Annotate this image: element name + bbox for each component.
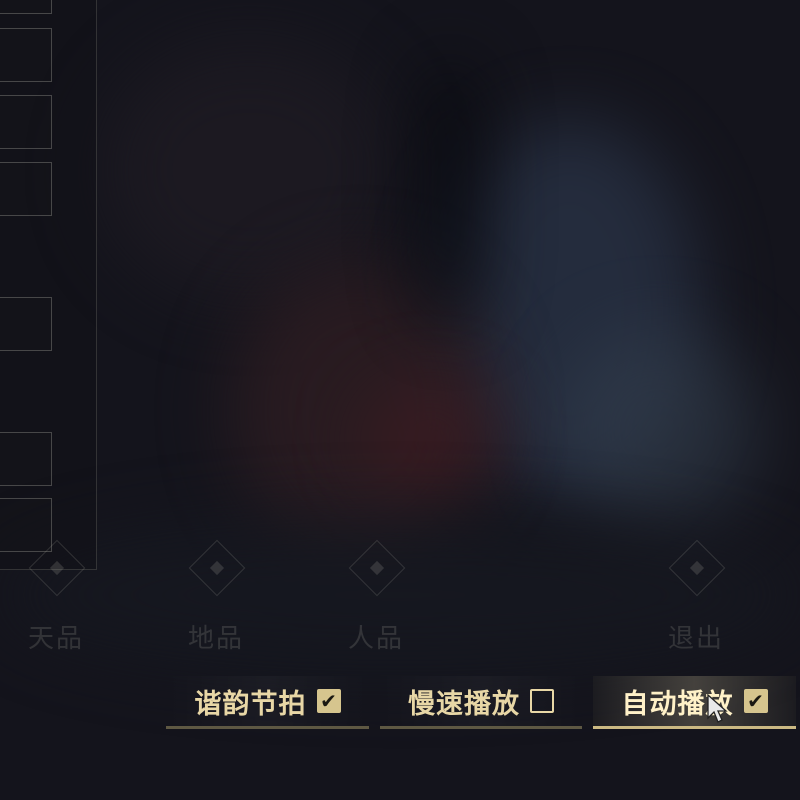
checkmark-icon: ✔ [320, 689, 337, 713]
background-shape [560, 330, 760, 530]
checkbox[interactable]: ✔ [743, 689, 768, 713]
diamond-icon [188, 539, 246, 597]
side-slot[interactable] [0, 95, 52, 149]
side-slot[interactable] [0, 28, 52, 82]
menu-item-label: 地品 [187, 624, 244, 654]
menu-item-label: 退出 [667, 624, 724, 654]
diamond-icon [668, 539, 726, 597]
menu-item-renpin[interactable]: 人品 [326, 539, 426, 654]
checkmark-icon: ✔ [747, 689, 764, 713]
menu-item-dipin[interactable]: 地品 [166, 539, 266, 654]
checkbox[interactable]: ✔ [316, 689, 341, 713]
checkbox[interactable] [530, 689, 554, 713]
background-shape [420, 60, 480, 320]
toggle-slow-play[interactable]: 慢速播放 [380, 676, 582, 729]
menu-item-label: 天品 [27, 624, 84, 654]
toggle-harmony-beat[interactable]: 谐韵节拍 ✔ [166, 676, 369, 729]
diamond-icon [28, 539, 86, 597]
diamond-icon [348, 539, 406, 597]
menu-item-exit[interactable]: 退出 [646, 539, 746, 654]
toggle-auto-play[interactable]: 自动播放 ✔ [593, 676, 796, 729]
background-shape [360, 380, 500, 500]
mouse-cursor-icon [707, 694, 728, 723]
menu-item-label: 人品 [347, 624, 404, 654]
toggle-label: 慢速播放 [408, 688, 520, 720]
menu-item-tianpin[interactable]: 天品 [6, 539, 106, 654]
side-slot[interactable] [0, 162, 52, 216]
toggle-label: 谐韵节拍 [194, 688, 307, 720]
side-slot[interactable] [0, 297, 52, 351]
side-slot[interactable] [0, 0, 52, 14]
side-slot[interactable] [0, 432, 52, 486]
